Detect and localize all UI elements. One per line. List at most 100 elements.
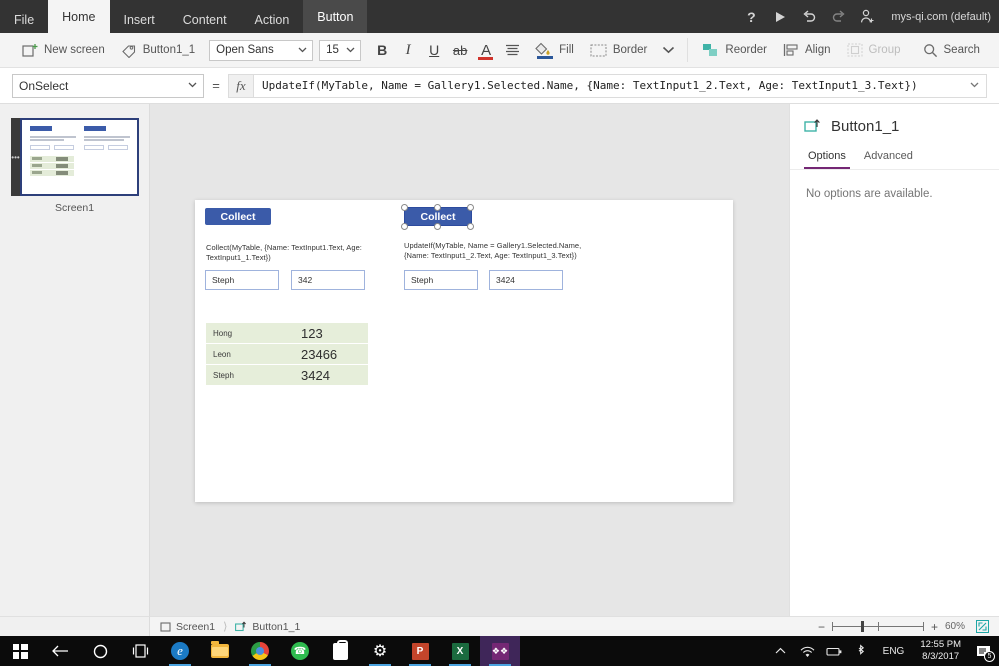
excel-app[interactable]: X xyxy=(440,636,480,666)
collect-button[interactable]: Collect xyxy=(205,208,271,225)
chrome-icon xyxy=(251,642,269,660)
app-screen-canvas[interactable]: Collect Collect Collect(MyTable, {Name: … xyxy=(195,200,733,502)
text-input-age-1[interactable]: 342 xyxy=(291,270,365,290)
text-input-name-2[interactable]: Steph xyxy=(404,270,478,290)
breadcrumb-button1-1-label: Button1_1 xyxy=(252,620,301,633)
resize-handle-bottom-left[interactable] xyxy=(401,223,408,230)
resize-handle-bottom-center[interactable] xyxy=(434,223,441,230)
resize-handle-bottom-right[interactable] xyxy=(467,223,474,230)
notifications-badge: 5 xyxy=(984,651,995,662)
underline-button[interactable]: U xyxy=(421,38,447,62)
zoom-out-button[interactable]: − xyxy=(818,620,825,634)
back-button[interactable] xyxy=(40,636,80,666)
powerapps-app[interactable]: ❖❖ xyxy=(480,636,520,666)
chevron-up-icon[interactable] xyxy=(767,636,794,666)
italic-button[interactable]: I xyxy=(395,38,421,62)
align-tools-button[interactable]: Align xyxy=(775,37,839,64)
file-explorer-app[interactable] xyxy=(200,636,240,666)
zoom-slider-thumb[interactable] xyxy=(860,620,864,632)
play-icon[interactable] xyxy=(772,9,788,25)
reorder-button[interactable]: Reorder xyxy=(694,37,775,64)
chevron-down-icon[interactable] xyxy=(970,82,979,88)
fit-to-screen-icon[interactable] xyxy=(976,620,989,633)
zoom-tick xyxy=(922,621,924,631)
font-size-select[interactable]: 15 xyxy=(319,39,362,61)
text-input-age-2[interactable]: 3424 xyxy=(489,270,563,290)
formula-input[interactable]: UpdateIf(MyTable, Name = Gallery1.Select… xyxy=(254,73,987,98)
strikethrough-button[interactable]: ab xyxy=(447,38,473,62)
screen-thumbnail[interactable] xyxy=(19,118,139,196)
zoom-slider[interactable] xyxy=(831,620,924,633)
breadcrumb-screen1[interactable]: Screen1 xyxy=(160,621,215,633)
control-name-chip[interactable]: Button1_1 xyxy=(113,37,203,64)
cortana-circle-icon xyxy=(93,644,108,659)
tab-button[interactable]: Button xyxy=(303,0,368,33)
tag-icon xyxy=(121,43,137,58)
tab-home[interactable]: Home xyxy=(48,0,110,33)
gallery-row[interactable]: Hong 123 xyxy=(206,323,368,343)
tab-content[interactable]: Content xyxy=(169,6,241,33)
chevron-down-icon xyxy=(298,47,307,53)
font-family-select[interactable]: Open Sans xyxy=(209,39,314,61)
new-screen-label: New screen xyxy=(44,44,105,56)
resize-handle-top-right[interactable] xyxy=(467,204,474,211)
property-select[interactable]: OnSelect xyxy=(12,73,204,98)
undo-icon[interactable] xyxy=(801,9,817,25)
gallery-row[interactable]: Steph 3424 xyxy=(206,365,368,385)
tab-options[interactable]: Options xyxy=(802,145,852,169)
cortana-button[interactable] xyxy=(80,636,120,666)
help-icon[interactable]: ? xyxy=(743,9,759,25)
notifications-button[interactable]: 5 xyxy=(969,636,999,666)
whatsapp-app[interactable]: ☎ xyxy=(280,636,320,666)
fill-label: Fill xyxy=(559,44,574,56)
bold-button[interactable]: B xyxy=(369,38,395,62)
settings-gear-icon: ⚙ xyxy=(372,643,388,660)
search-button[interactable]: Search xyxy=(915,37,988,64)
account-add-icon[interactable] xyxy=(859,9,875,25)
battery-icon[interactable] xyxy=(821,636,848,666)
breadcrumb-button1-1[interactable]: Button1_1 xyxy=(235,621,300,633)
settings-app[interactable]: ⚙ xyxy=(360,636,400,666)
new-screen-button[interactable]: New screen xyxy=(14,37,113,64)
tab-action[interactable]: Action xyxy=(241,6,304,33)
back-arrow-icon xyxy=(51,644,69,658)
collect-formula-label: Collect(MyTable, {Name: TextInput1.Text,… xyxy=(206,243,362,262)
font-family-value: Open Sans xyxy=(216,44,274,56)
control-name-label: Button1_1 xyxy=(142,44,196,56)
gallery-control[interactable]: Hong 123 Leon 23466 Steph 3424 xyxy=(206,323,368,386)
zoom-in-button[interactable]: + xyxy=(931,620,938,634)
thumb-gallery-row xyxy=(29,163,74,169)
reorder-icon xyxy=(702,43,719,58)
properties-header: Button1_1 xyxy=(790,104,999,135)
powerapps-icon: ❖❖ xyxy=(491,642,509,660)
gallery-row[interactable]: Leon 23466 xyxy=(206,344,368,364)
group-label: Group xyxy=(868,44,901,56)
ribbon-tab-strip: File Home Insert Content Action Button xyxy=(0,0,368,33)
start-button[interactable] xyxy=(0,636,40,666)
fill-button[interactable]: Fill xyxy=(525,37,582,64)
status-bar: Screen1 ⟩ Button1_1 − + 60% xyxy=(150,616,999,636)
resize-handle-top-left[interactable] xyxy=(401,204,408,211)
edge-app[interactable]: e xyxy=(160,636,200,666)
properties-pane: Button1_1 Options Advanced No options ar… xyxy=(789,104,999,616)
border-button[interactable]: Border xyxy=(582,37,656,64)
tab-insert[interactable]: Insert xyxy=(110,6,169,33)
wifi-icon[interactable] xyxy=(794,636,821,666)
task-view-button[interactable] xyxy=(120,636,160,666)
border-more-button[interactable] xyxy=(655,38,681,62)
language-indicator[interactable]: ENG xyxy=(875,646,913,657)
font-color-button[interactable]: A xyxy=(473,38,499,62)
chrome-app[interactable] xyxy=(240,636,280,666)
thumb-label-line xyxy=(29,139,64,141)
tab-file[interactable]: File xyxy=(0,6,48,33)
align-button[interactable] xyxy=(499,38,525,62)
store-app[interactable] xyxy=(320,636,360,666)
text-input-name-1[interactable]: Steph xyxy=(205,270,279,290)
canvas-area[interactable]: Collect Collect Collect(MyTable, {Name: … xyxy=(150,104,789,616)
powerpoint-app[interactable]: P xyxy=(400,636,440,666)
resize-handle-top-center[interactable] xyxy=(434,204,441,211)
tab-advanced[interactable]: Advanced xyxy=(858,145,919,169)
bluetooth-icon[interactable] xyxy=(848,636,875,666)
clock[interactable]: 12:55 PM 8/3/2017 xyxy=(912,639,969,662)
screen-thumbnail-item[interactable]: ••• xyxy=(10,118,139,196)
